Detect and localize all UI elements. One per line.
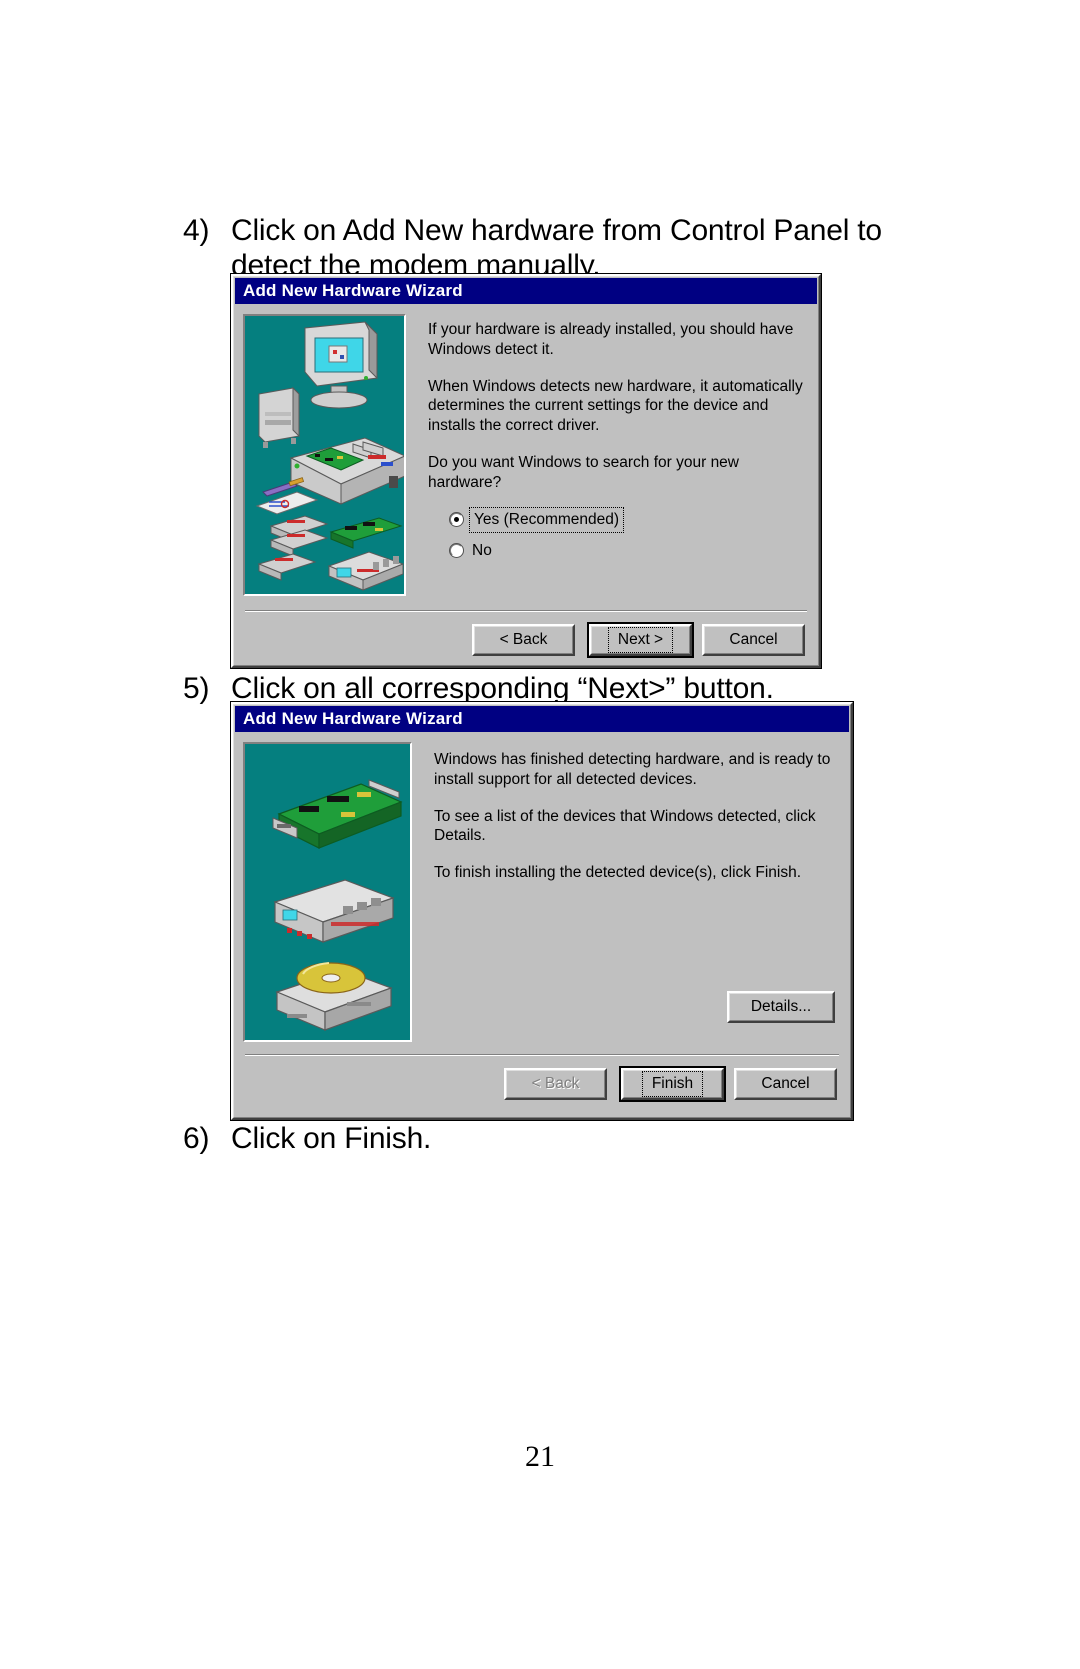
detected-devices-illustration-panel [243,742,412,1042]
dialog-title: Add New Hardware Wizard [243,709,463,728]
dialog-paragraph-2: When Windows detects new hardware, it au… [428,377,803,435]
cancel-button-label: Cancel [729,631,778,648]
dialog-title-bar: Add New Hardware Wizard [235,278,817,304]
back-button[interactable]: < Back [472,624,575,656]
back-button-label: < Back [531,1075,580,1092]
details-button-label: Details... [750,998,812,1016]
dialog-text-content: If your hardware is already installed, y… [406,314,809,596]
radio-indicator-icon[interactable] [450,544,463,558]
step-text: Click on Finish. [231,1122,432,1155]
search-hardware-radio-group[interactable]: Yes (Recommended) No [428,506,809,561]
step-number: 5) [183,672,210,705]
details-button[interactable]: Details... [727,991,835,1024]
dialog-paragraph-1: Windows has finished detecting hardware,… [434,751,831,788]
dialog-body: Windows has finished detecting hardware,… [233,732,851,1042]
step-number: 6) [183,1122,210,1155]
cancel-button[interactable]: Cancel [702,624,805,656]
cancel-button[interactable]: Cancel [734,1068,837,1100]
page-number: 21 [525,1440,555,1473]
dialog-paragraph-3: To finish installing the detected device… [434,864,801,882]
dialog-body: If your hardware is already installed, y… [233,304,819,596]
dialog-button-bar: < Back Finish Cancel [233,1056,851,1112]
radio-label-no[interactable]: No [472,541,492,561]
dialog-title: Add New Hardware Wizard [243,281,463,300]
document-page: 4) Click on Add New hardware from Contro… [0,0,1080,1669]
next-button[interactable]: Next > [589,624,692,656]
radio-label-yes[interactable]: Yes (Recommended) [468,506,625,533]
cancel-button-label: Cancel [761,1075,810,1092]
hardware-illustration-panel [243,314,406,596]
back-button[interactable]: < Back [504,1068,607,1100]
detected-devices-icon [272,779,403,1031]
dialog-paragraph-2: To see a list of the devices that Window… [434,807,816,845]
radio-option-yes[interactable]: Yes (Recommended) [450,506,809,533]
step-number: 4) [183,214,210,247]
finish-button-label: Finish [641,1071,704,1097]
computer-hardware-icon [255,321,404,591]
radio-indicator-icon[interactable] [450,513,463,527]
instruction-step-6: 6) Click on Finish. [183,1122,943,1157]
radio-option-no[interactable]: No [450,541,809,561]
add-new-hardware-wizard-dialog-1[interactable]: Add New Hardware Wizard If your hardware… [231,274,821,668]
next-button-label: Next > [607,627,674,653]
dialog-button-bar: < Back Next > Cancel [233,612,819,668]
add-new-hardware-wizard-dialog-2[interactable]: Add New Hardware Wizard Windows has fini… [231,702,853,1120]
dialog-paragraph-1: If your hardware is already installed, y… [428,321,794,358]
back-button-label: < Back [499,631,548,648]
finish-button[interactable]: Finish [621,1068,724,1100]
dialog-paragraph-3: Do you want Windows to search for your n… [428,454,739,491]
dialog-text-content: Windows has finished detecting hardware,… [412,742,841,1042]
dialog-title-bar: Add New Hardware Wizard [235,706,849,732]
